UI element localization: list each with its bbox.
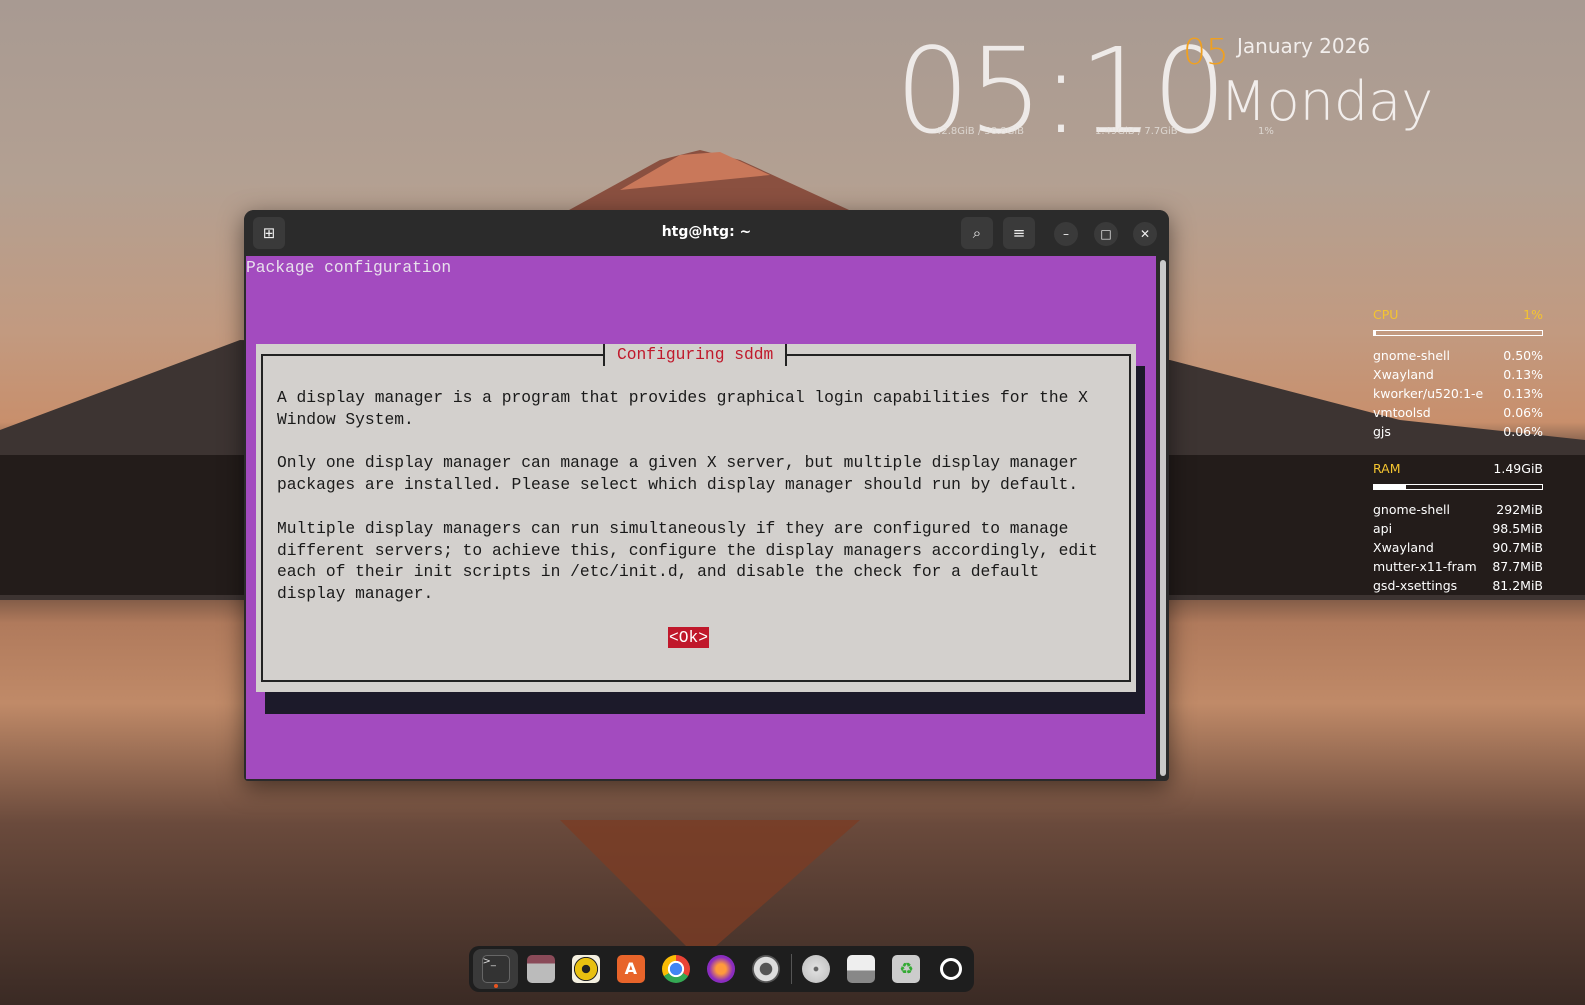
terminal-window[interactable]: ⊞ htg@htg: ~ ⌕ ≡ – □ ✕ Package configura… [244,210,1169,781]
clock-cpu-usage: 1% [1258,126,1274,137]
process-name: vmtoolsd [1373,405,1431,420]
speaker-icon [571,955,600,983]
cpu-bar [1373,330,1543,336]
cpu-process-row: gnome-shell 0.50% [1373,346,1543,365]
process-value: 292MiB [1496,502,1543,517]
package-configuration-header: Package configuration [246,258,452,277]
cpu-value: 1% [1523,307,1543,322]
dock-trash[interactable]: ♻ [884,949,929,989]
folder-icon [526,955,555,983]
dialog-body: A display manager is a program that prov… [277,388,1098,604]
configuring-dialog: Configuring sddm A display manager is a … [256,344,1136,692]
search-icon[interactable]: ⌕ [961,217,993,249]
cpu-process-row: Xwayland 0.13% [1373,365,1543,384]
gear-icon [752,955,781,983]
trash-icon: ♻ [892,955,921,983]
process-name: gjs [1373,424,1391,439]
ram-process-row: gsd-xsettings 81.2MiB [1373,576,1543,595]
dock-separator [790,954,792,984]
firefox-icon [707,955,736,983]
ram-process-row: Xwayland 90.7MiB [1373,538,1543,557]
cpu-process-row: gjs 0.06% [1373,422,1543,441]
terminal-content[interactable]: Package configuration Configuring sddm A… [246,256,1156,779]
dock-app-center[interactable]: A [608,949,653,989]
dock-firefox[interactable] [698,949,743,989]
dock-chrome[interactable] [653,949,698,989]
process-value: 81.2MiB [1492,578,1543,593]
clock-day-number: 05 [1183,32,1229,73]
process-value: 87.7MiB [1492,559,1543,574]
clock-weekday: Monday [1220,70,1434,133]
minimize-icon[interactable]: – [1054,222,1078,246]
dialog-title: Configuring sddm [603,344,788,366]
dock-show-apps[interactable] [929,949,974,989]
process-value: 0.50% [1503,348,1543,363]
menu-icon[interactable]: ≡ [1003,217,1035,249]
desktop-clock: 05:10 [895,22,1227,160]
process-name: gnome-shell [1373,348,1450,363]
ram-bar [1373,484,1543,490]
maximize-icon[interactable]: □ [1094,222,1118,246]
ram-value: 1.49GiB [1493,461,1543,476]
terminal-icon: >_ [481,955,510,983]
process-name: gnome-shell [1373,502,1450,517]
process-value: 98.5MiB [1492,521,1543,536]
clock-month-year: January 2026 [1237,34,1371,58]
process-value: 0.13% [1503,386,1543,401]
process-name: Xwayland [1373,367,1434,382]
close-icon[interactable]: ✕ [1133,222,1157,246]
dock-save[interactable] [839,949,884,989]
process-name: kworker/u520:1-e [1373,386,1484,401]
ram-process-row: api 98.5MiB [1373,519,1543,538]
dock-rhythmbox[interactable] [563,949,608,989]
process-value: 90.7MiB [1492,540,1543,555]
process-name: api [1373,521,1393,536]
app-center-icon: A [616,955,645,983]
dock-files[interactable] [518,949,563,989]
clock-memory-usage: 1.49GiB / 7.7GiB [1095,126,1178,137]
dock-terminal[interactable]: >_ [473,949,519,989]
ram-process-row: mutter-x11-fram 87.7MiB [1373,557,1543,576]
process-value: 0.06% [1503,424,1543,439]
clock-disk-usage: 42.8GiB / 58.8GiB [935,126,1025,137]
process-name: gsd-xsettings [1373,578,1458,593]
cpu-label: CPU [1373,307,1399,322]
dock-settings[interactable] [744,949,789,989]
ram-label: RAM [1373,461,1401,476]
chrome-icon [661,955,690,983]
scrollbar[interactable] [1160,260,1166,776]
dock: >_ A ♻ [469,946,974,992]
process-name: Xwayland [1373,540,1434,555]
process-value: 0.06% [1503,405,1543,420]
system-monitor-widget: CPU 1% gnome-shell 0.50% Xwayland 0.13% kwork… [1373,305,1543,595]
dock-disc[interactable] [794,949,839,989]
title-bar[interactable]: ⊞ htg@htg: ~ ⌕ ≡ – □ ✕ [244,210,1169,256]
ubuntu-icon [940,958,963,980]
cpu-process-row: vmtoolsd 0.06% [1373,403,1543,422]
disc-icon [802,955,831,983]
ok-button[interactable]: <Ok> [668,627,710,648]
process-value: 0.13% [1503,367,1543,382]
floppy-icon [847,955,876,983]
ram-process-row: gnome-shell 292MiB [1373,500,1543,519]
process-name: mutter-x11-fram [1373,559,1477,574]
cpu-process-row: kworker/u520:1-e 0.13% [1373,384,1543,403]
